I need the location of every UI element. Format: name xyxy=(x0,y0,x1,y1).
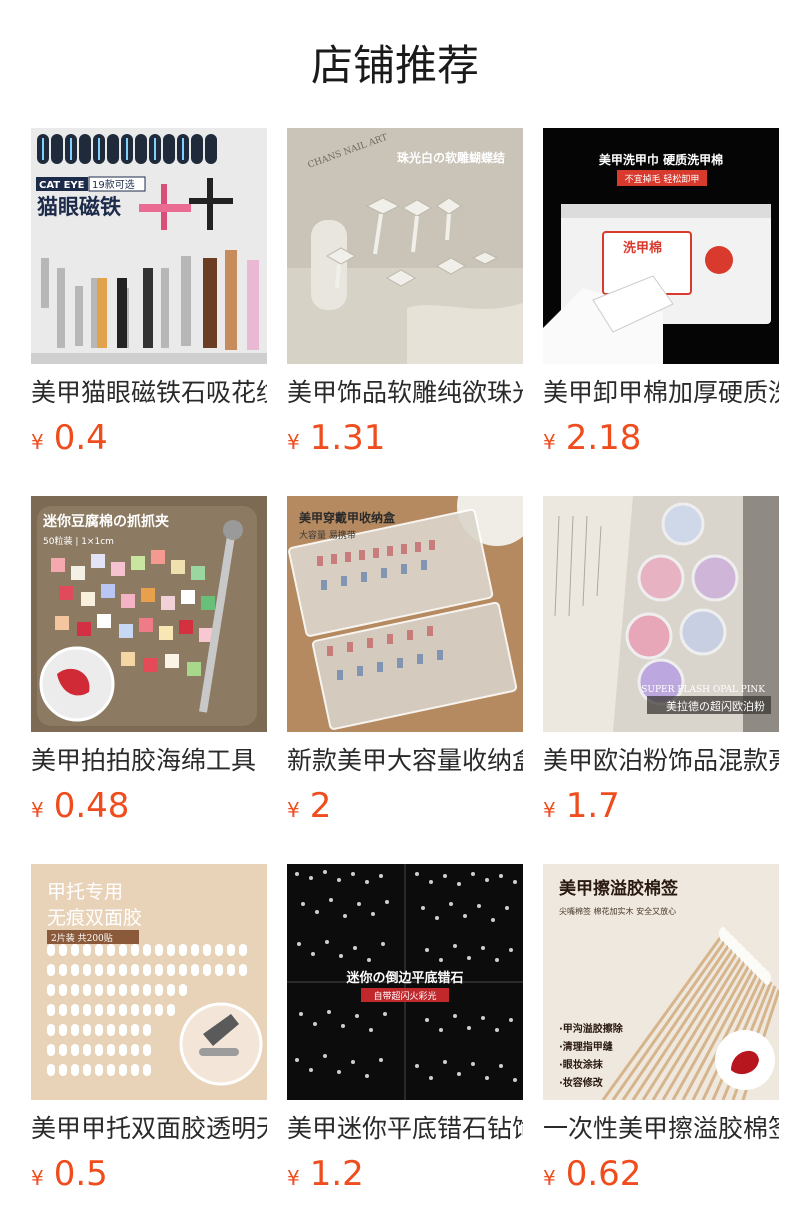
product-name[interactable]: 美甲欧泊粉饰品混款亮片 xyxy=(543,744,779,778)
image-caption: 美甲穿戴甲收纳盒 xyxy=(299,510,396,525)
product-price: ¥2.18 xyxy=(543,416,641,460)
image-badge: 自带超闪火彩光 xyxy=(373,990,436,1002)
product-price: ¥1.7 xyxy=(543,784,620,828)
image-caption: 迷你の倒边平底错石 xyxy=(345,970,463,986)
product-name[interactable]: 新款美甲大容量收纳盒 xyxy=(287,744,523,778)
product-price: ¥1.31 xyxy=(287,416,385,460)
product-image[interactable]: 迷你の倒边平底错石 自带超闪火彩光 xyxy=(287,864,523,1100)
price-value: 0.5 xyxy=(53,1154,108,1194)
product-image[interactable]: 迷你豆腐棉の抓抓夹 50粒装 | 1×1cm xyxy=(31,496,267,732)
image-caption: 珠光白の软雕蝴蝶结 xyxy=(397,150,505,165)
image-badge: 不宜掉毛 轻松卸甲 xyxy=(625,173,700,185)
product-name[interactable]: 美甲饰品软雕纯欲珠光白 xyxy=(287,376,523,410)
price-value: 0.4 xyxy=(53,418,108,458)
product-grid: CAT EYE 19款可选 猫眼磁铁 美甲猫眼磁铁石吸花纹 ¥0.4 珠光白の软… xyxy=(0,0,790,1232)
product-image[interactable]: 甲托专用 无痕双面胶 2片装 共200贴 xyxy=(31,864,267,1100)
image-caption: 甲托专用 xyxy=(47,881,123,903)
product-card[interactable]: 美甲擦溢胶棉签 尖嘴棉签 棉花加实木 安全又放心 ·甲沟溢胶擦除 ·清理指甲缝 … xyxy=(543,864,779,1194)
product-image[interactable]: 珠光白の软雕蝴蝶结 CHANS NAIL ART xyxy=(287,128,523,364)
price-value: 0.48 xyxy=(53,786,130,826)
image-bullet: ·甲沟溢胶擦除 xyxy=(559,1022,624,1035)
product-card[interactable]: 洗甲棉 美甲洗甲巾 硬质洗甲棉 不宜掉毛 轻松卸甲 美甲卸甲棉加厚硬质洗甲 ¥2… xyxy=(543,128,779,458)
image-subcaption: 大容量 易携带 xyxy=(299,529,356,541)
product-name[interactable]: 美甲拍拍胶海绵工具 xyxy=(31,744,267,778)
price-value: 2 xyxy=(309,786,332,826)
price-value: 1.31 xyxy=(309,418,386,458)
product-card[interactable]: 甲托专用 无痕双面胶 2片装 共200贴 美甲甲托双面胶透明无痕 ¥0.5 xyxy=(31,864,267,1194)
product-image[interactable]: 洗甲棉 美甲洗甲巾 硬质洗甲棉 不宜掉毛 轻松卸甲 xyxy=(543,128,779,364)
price-value: 0.62 xyxy=(565,1154,642,1194)
product-price: ¥1.2 xyxy=(287,1152,364,1196)
image-caption: 美拉德の超闪欧泊粉 xyxy=(666,699,765,713)
image-caption: 无痕双面胶 xyxy=(47,907,142,929)
product-card[interactable]: 珠光白の软雕蝴蝶结 CHANS NAIL ART 美甲饰品软雕纯欲珠光白 ¥1.… xyxy=(287,128,523,458)
currency-symbol: ¥ xyxy=(543,430,556,454)
currency-symbol: ¥ xyxy=(31,798,44,822)
product-card[interactable]: SUPER FLASH OPAL PINK 美拉德の超闪欧泊粉 美甲欧泊粉饰品混… xyxy=(543,496,779,826)
currency-symbol: ¥ xyxy=(287,430,300,454)
product-name[interactable]: 一次性美甲擦溢胶棉签 xyxy=(543,1112,779,1146)
currency-symbol: ¥ xyxy=(287,798,300,822)
product-card[interactable]: CAT EYE 19款可选 猫眼磁铁 美甲猫眼磁铁石吸花纹 ¥0.4 xyxy=(31,128,267,458)
image-label: 洗甲棉 xyxy=(623,240,662,256)
price-value: 1.7 xyxy=(565,786,620,826)
product-name[interactable]: 美甲甲托双面胶透明无痕 xyxy=(31,1112,267,1146)
image-subcaption: 尖嘴棉签 棉花加实木 安全又放心 xyxy=(559,906,676,916)
product-name[interactable]: 美甲迷你平底错石钻饰 xyxy=(287,1112,523,1146)
image-caption: 美甲擦溢胶棉签 xyxy=(559,878,679,899)
product-image[interactable]: 美甲擦溢胶棉签 尖嘴棉签 棉花加实木 安全又放心 ·甲沟溢胶擦除 ·清理指甲缝 … xyxy=(543,864,779,1100)
image-caption: 猫眼磁铁 xyxy=(37,195,121,219)
product-card[interactable]: 美甲穿戴甲收纳盒 大容量 易携带 新款美甲大容量收纳盒 ¥2 xyxy=(287,496,523,826)
currency-symbol: ¥ xyxy=(31,1166,44,1190)
currency-symbol: ¥ xyxy=(543,1166,556,1190)
product-card[interactable]: 迷你豆腐棉の抓抓夹 50粒装 | 1×1cm 美甲拍拍胶海绵工具 ¥0.48 xyxy=(31,496,267,826)
currency-symbol: ¥ xyxy=(543,798,556,822)
product-price: ¥0.62 xyxy=(543,1152,641,1196)
currency-symbol: ¥ xyxy=(287,1166,300,1190)
currency-symbol: ¥ xyxy=(31,430,44,454)
product-price: ¥2 xyxy=(287,784,331,828)
product-image[interactable]: CAT EYE 19款可选 猫眼磁铁 xyxy=(31,128,267,364)
product-image[interactable]: SUPER FLASH OPAL PINK 美拉德の超闪欧泊粉 xyxy=(543,496,779,732)
product-name[interactable]: 美甲卸甲棉加厚硬质洗甲 xyxy=(543,376,779,410)
price-value: 1.2 xyxy=(309,1154,364,1194)
product-price: ¥0.4 xyxy=(31,416,108,460)
image-bullet: ·妆容修改 xyxy=(559,1076,604,1089)
image-badge: 2片装 共200贴 xyxy=(51,932,113,944)
price-value: 2.18 xyxy=(565,418,642,458)
image-caption: 迷你豆腐棉の抓抓夹 xyxy=(42,513,169,530)
product-price: ¥0.48 xyxy=(31,784,129,828)
image-subcaption: 50粒装 | 1×1cm xyxy=(43,535,114,547)
product-name[interactable]: 美甲猫眼磁铁石吸花纹 xyxy=(31,376,267,410)
image-badge: 19款可选 xyxy=(92,178,135,191)
image-subcaption: SUPER FLASH OPAL PINK xyxy=(641,685,765,695)
image-badge: CAT EYE xyxy=(39,180,85,191)
product-price: ¥0.5 xyxy=(31,1152,108,1196)
product-image[interactable]: 美甲穿戴甲收纳盒 大容量 易携带 xyxy=(287,496,523,732)
product-card[interactable]: 迷你の倒边平底错石 自带超闪火彩光 美甲迷你平底错石钻饰 ¥1.2 xyxy=(287,864,523,1194)
image-bullet: ·清理指甲缝 xyxy=(559,1040,613,1053)
image-caption: 美甲洗甲巾 硬质洗甲棉 xyxy=(599,152,723,167)
image-bullet: ·眼妆涂抹 xyxy=(559,1058,604,1071)
